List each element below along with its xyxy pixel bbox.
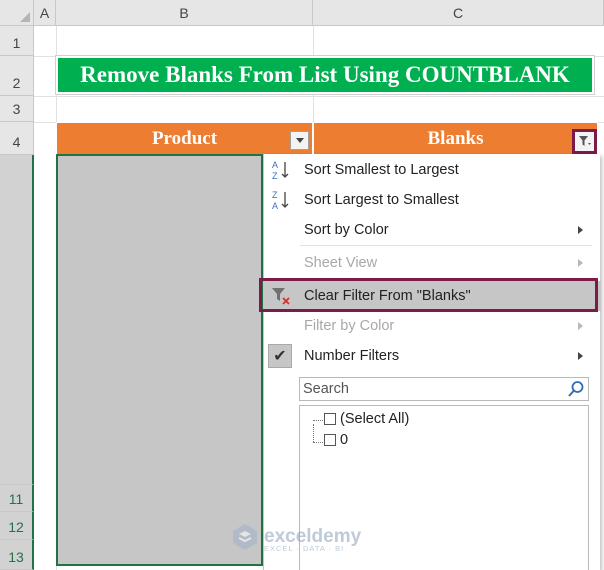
product-header-cell[interactable]: Product [56, 122, 313, 155]
chevron-right-icon [578, 322, 583, 330]
tree-connector [313, 424, 314, 442]
exceldemy-logo-icon [233, 524, 257, 550]
svg-text:A: A [272, 160, 278, 170]
value-label-0[interactable]: 0 [340, 432, 348, 448]
select-all-checkbox[interactable] [324, 413, 336, 425]
title-banner[interactable]: Remove Blanks From List Using COUNTBLANK [55, 55, 595, 95]
menu-item-filter-by-color: Filter by Color [264, 311, 601, 341]
row-header-13[interactable]: 13 [0, 540, 34, 570]
chevron-down-icon [295, 138, 304, 143]
filter-search-input[interactable]: Search [299, 377, 589, 401]
product-filter-dropdown-button[interactable] [290, 131, 309, 150]
selected-range[interactable] [56, 154, 263, 566]
menu-item-label: Sort Largest to Smallest [304, 192, 459, 208]
select-all-corner[interactable] [0, 0, 34, 26]
menu-item-label: Sheet View [304, 255, 378, 271]
column-header-a[interactable]: A [34, 0, 56, 26]
menu-item-label: Sort Smallest to Largest [304, 162, 459, 178]
row-header-hidden-range[interactable] [0, 155, 34, 485]
row-header-11[interactable]: 11 [0, 485, 34, 512]
column-header-c[interactable]: C [313, 0, 604, 26]
menu-item-sort-by-color[interactable]: Sort by Color [264, 215, 601, 245]
checkmark-icon-wrapper: ✔ [267, 343, 293, 369]
select-all-label[interactable]: (Select All) [340, 411, 409, 427]
blanks-header-label: Blanks [427, 127, 484, 149]
column-header-b[interactable]: B [56, 0, 313, 26]
tree-connector [313, 420, 323, 421]
menu-item-sort-ascending[interactable]: A Z Sort Smallest to Largest [264, 155, 601, 185]
menu-item-label: Number Filters [304, 348, 400, 364]
blanks-header-cell[interactable]: Blanks [313, 122, 598, 155]
highlight-frame [259, 278, 598, 312]
menu-item-sheet-view: Sheet View [264, 248, 601, 278]
chevron-right-icon [578, 226, 583, 234]
sort-descending-icon: Z A [268, 187, 294, 213]
svg-text:A: A [272, 201, 278, 211]
chevron-right-icon [578, 352, 583, 360]
menu-item-number-filters[interactable]: ✔ Number Filters [264, 341, 601, 371]
svg-text:Z: Z [272, 171, 278, 181]
product-header-label: Product [151, 127, 218, 149]
menu-item-label: Filter by Color [304, 318, 395, 334]
row-header-3[interactable]: 3 [0, 96, 34, 122]
menu-item-label: Sort by Color [304, 222, 389, 238]
filter-active-icon [578, 135, 591, 146]
search-icon[interactable] [567, 380, 585, 398]
menu-item-sort-descending[interactable]: Z A Sort Largest to Smallest [264, 185, 601, 215]
svg-text:Z: Z [272, 190, 278, 200]
search-placeholder: Search [303, 381, 349, 397]
row-header-12[interactable]: 12 [0, 512, 34, 540]
page-title: Remove Blanks From List Using COUNTBLANK [80, 62, 570, 87]
watermark-tagline: EXCEL · DATA · BI [264, 544, 345, 553]
checkmark-icon: ✔ [268, 344, 292, 368]
watermark-logo: exceldemy EXCEL · DATA · BI [230, 522, 361, 553]
sort-ascending-icon: A Z [268, 157, 294, 183]
row-header-1[interactable]: 1 [0, 26, 34, 56]
chevron-right-icon [578, 259, 583, 267]
tree-connector [313, 442, 323, 443]
row-header-2[interactable]: 2 [0, 56, 34, 96]
value-checkbox-0[interactable] [324, 434, 336, 446]
row-header-4[interactable]: 4 [0, 122, 34, 155]
gridline [34, 96, 604, 97]
menu-separator [300, 245, 592, 246]
blanks-filter-button[interactable] [572, 129, 597, 154]
